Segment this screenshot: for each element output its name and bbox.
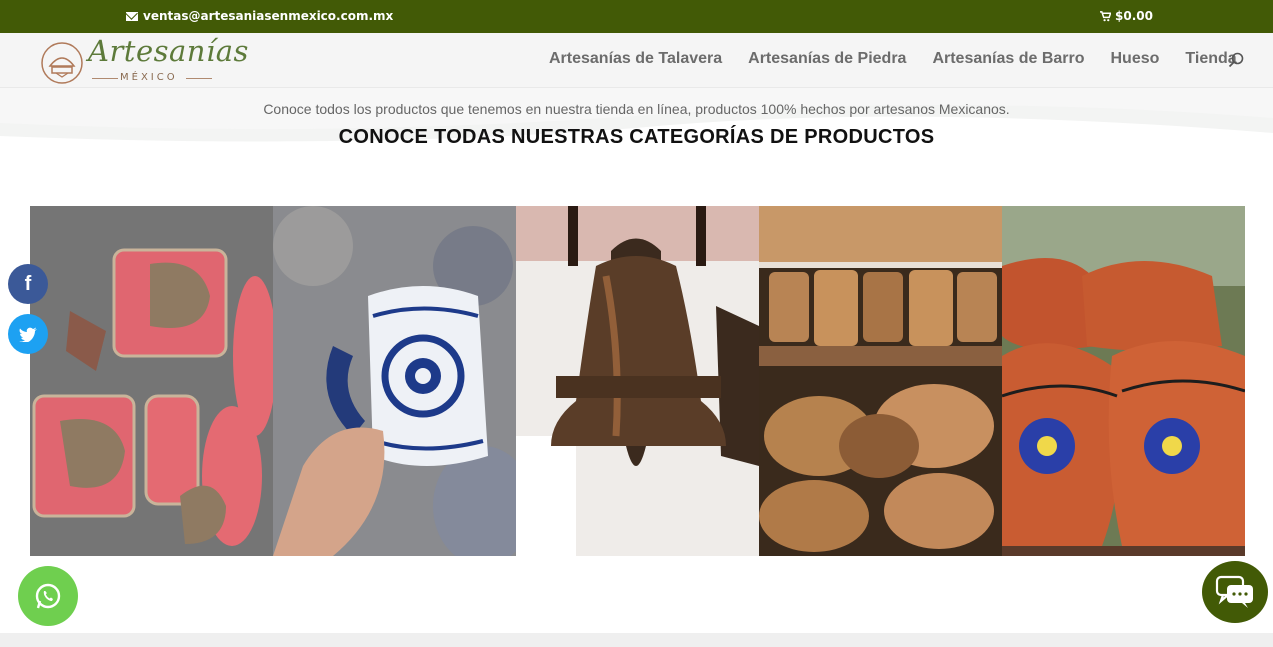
section-heading: CONOCE TODAS NUESTRAS CATEGORÍAS DE PROD… bbox=[338, 126, 935, 148]
envelope-icon bbox=[126, 11, 138, 21]
bronze-bell-image[interactable] bbox=[516, 206, 759, 556]
wooden-crafts-image[interactable] bbox=[759, 206, 1002, 556]
email-link[interactable]: ventas@artesaniasenmexico.com.mx bbox=[126, 9, 393, 23]
whatsapp-button[interactable] bbox=[18, 566, 78, 626]
leather-goods-image[interactable] bbox=[30, 206, 273, 556]
email-text: ventas@artesaniasenmexico.com.mx bbox=[143, 9, 394, 23]
nav-item-piedra[interactable]: Artesanías de Piedra bbox=[748, 50, 906, 68]
logo-divider bbox=[92, 78, 118, 79]
logo-divider bbox=[186, 78, 212, 79]
logo-wordmark: Artesanías bbox=[88, 34, 249, 68]
category-gallery bbox=[30, 206, 1245, 556]
nav-item-barro[interactable]: Artesanías de Barro bbox=[932, 50, 1084, 68]
facebook-icon: f bbox=[24, 272, 32, 295]
clay-pitchers-image[interactable] bbox=[1002, 206, 1245, 556]
intro-text: Conoce todos los productos que tenemos e… bbox=[263, 101, 1010, 117]
live-chat-button[interactable] bbox=[1202, 561, 1268, 623]
talavera-mug-image[interactable] bbox=[273, 206, 516, 556]
site-logo[interactable]: Artesanías MÉXICO bbox=[40, 34, 248, 86]
top-bar: ventas@artesaniasenmexico.com.mx $0.00 bbox=[0, 0, 1273, 33]
shopping-cart-icon bbox=[1100, 10, 1111, 21]
site-header: Artesanías MÉXICO Artesanías de Talavera… bbox=[0, 33, 1273, 88]
whatsapp-icon bbox=[35, 583, 61, 609]
facebook-share-button[interactable]: f bbox=[8, 264, 48, 304]
logo-emblem-icon bbox=[41, 42, 83, 84]
search-icon[interactable] bbox=[1228, 52, 1244, 68]
nav-item-hueso[interactable]: Hueso bbox=[1111, 50, 1160, 68]
twitter-share-button[interactable] bbox=[8, 314, 48, 354]
cart-total: $0.00 bbox=[1115, 9, 1153, 23]
chat-bubbles-icon bbox=[1215, 575, 1253, 608]
cart-link[interactable]: $0.00 bbox=[1100, 9, 1153, 23]
twitter-icon bbox=[19, 327, 37, 342]
footer-divider bbox=[0, 633, 1273, 647]
nav-item-talavera[interactable]: Artesanías de Talavera bbox=[549, 50, 722, 68]
logo-subtitle: MÉXICO bbox=[120, 72, 178, 83]
main-nav: Artesanías de Talavera Artesanías de Pie… bbox=[549, 50, 1263, 68]
